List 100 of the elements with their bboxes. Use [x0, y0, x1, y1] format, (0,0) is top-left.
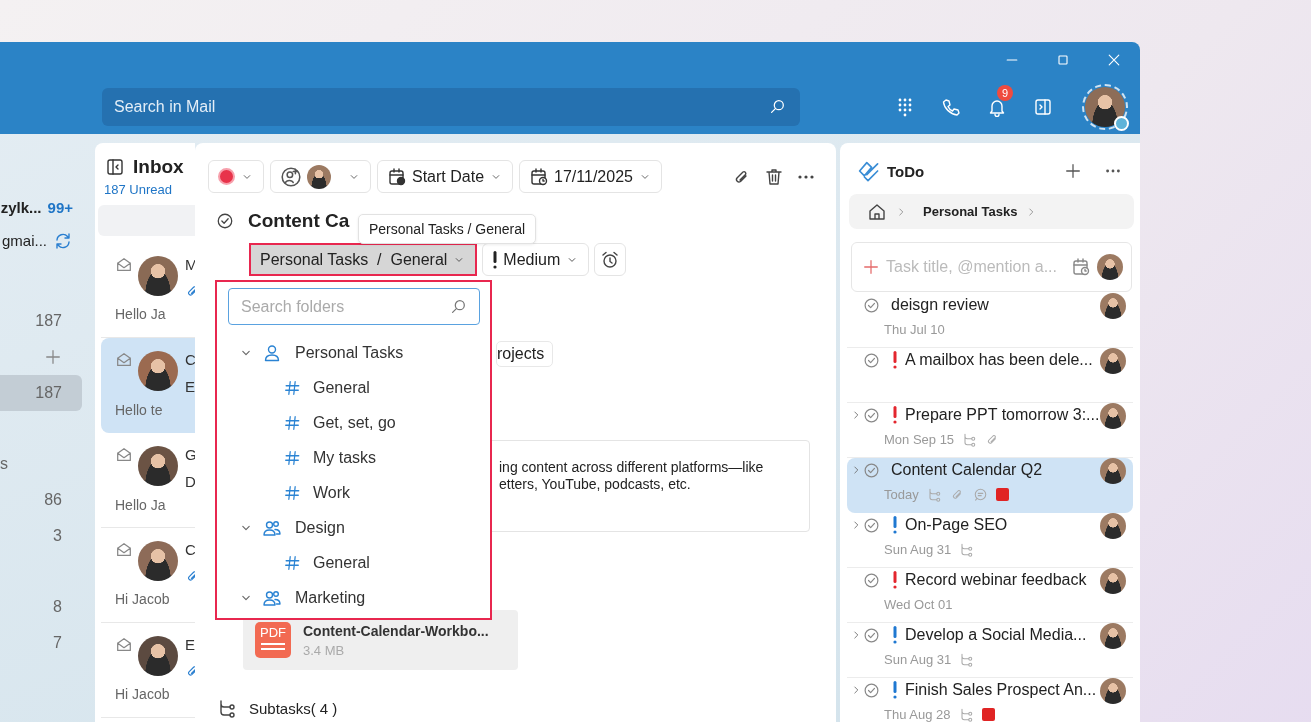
hash-icon — [283, 413, 301, 432]
search-field[interactable]: Search folders — [228, 288, 480, 325]
search-input[interactable]: Search in Mail — [114, 98, 768, 116]
task-item[interactable]: Develop a Social Media... Sun Aug 31 — [847, 623, 1133, 678]
task-item[interactable]: Finish Sales Prospect An... Thu Aug 28 — [847, 678, 1133, 722]
envelope-icon[interactable] — [115, 446, 133, 464]
breadcrumb-item[interactable]: Personal Tasks — [923, 204, 1018, 219]
message-preview: Hi Jacob — [115, 591, 171, 607]
home-icon[interactable] — [867, 201, 887, 222]
search-icon[interactable] — [449, 297, 467, 316]
message-preview: Hello te — [115, 402, 164, 418]
status-dot — [1114, 116, 1129, 131]
side-panel-icon[interactable] — [1033, 97, 1053, 117]
message-item[interactable]: G D Hello Ja — [101, 433, 195, 528]
task-item[interactable]: Content Calendar Q2 Today — [847, 458, 1133, 513]
phone-icon[interactable] — [941, 97, 961, 117]
check-circle-icon[interactable] — [863, 461, 880, 479]
avatar — [1097, 254, 1123, 280]
check-circle-icon[interactable] — [863, 681, 880, 699]
file-name: Content-Calendar-Workbo... — [303, 622, 489, 639]
task-item[interactable]: A mailbox has been dele... — [847, 348, 1133, 403]
section-item[interactable]: Get, set, go — [228, 405, 480, 440]
check-circle-icon[interactable] — [863, 351, 880, 369]
task-title: deisgn review — [891, 296, 989, 314]
check-circle-icon[interactable] — [216, 212, 234, 230]
account-name[interactable]: zylk... — [0, 199, 42, 216]
check-circle-icon[interactable] — [863, 626, 880, 644]
sender-name: C — [185, 541, 195, 558]
search-input[interactable]: Search folders — [241, 297, 449, 316]
color-button[interactable] — [208, 160, 264, 193]
section-label: Work — [313, 483, 351, 502]
folder-item[interactable]: Personal Tasks — [228, 335, 480, 370]
task-title: Develop a Social Media... — [905, 626, 1087, 644]
avatar — [138, 351, 178, 391]
avatar — [138, 541, 178, 581]
add-person-icon — [280, 165, 302, 188]
tooltip: Personal Tasks / General — [358, 214, 537, 244]
avatar — [1100, 348, 1126, 374]
avatar — [1100, 293, 1126, 319]
section-label: General — [313, 553, 370, 572]
start-date-button[interactable]: Start Date — [377, 160, 514, 193]
folder-row[interactable]: 7 — [0, 625, 82, 661]
envelope-icon[interactable] — [115, 636, 133, 654]
calendar-icon — [529, 166, 550, 187]
todo-logo-icon — [856, 159, 880, 183]
assignee-button[interactable] — [270, 160, 371, 193]
reminder-button[interactable] — [594, 243, 627, 276]
folder-count: 7 — [53, 634, 62, 652]
due-date: Thu Jul 10 — [884, 321, 945, 337]
collapse-panel-icon[interactable] — [105, 157, 125, 177]
search-field[interactable]: Search in Mail — [102, 88, 800, 126]
calendar-icon[interactable] — [1071, 257, 1091, 277]
account-name[interactable]: gmai... — [2, 232, 47, 249]
task-title: Content Calendar Q2 — [891, 461, 1043, 479]
subtasks-label[interactable]: Subtasks( 4 ) — [249, 699, 338, 717]
folder-count: 187 — [35, 384, 62, 402]
check-circle-icon[interactable] — [863, 296, 880, 314]
envelope-icon[interactable] — [115, 541, 133, 559]
check-circle-icon[interactable] — [863, 571, 880, 589]
avatar — [1100, 568, 1126, 594]
check-circle-icon[interactable] — [863, 516, 880, 534]
task-title: Record webinar feedback — [905, 571, 1087, 589]
priority-icon — [492, 250, 499, 269]
unread-count: 187 Unread — [104, 182, 173, 197]
due-date: Wed Oct 01 — [884, 596, 953, 612]
folder-name: s — [0, 455, 8, 473]
bell-icon[interactable] — [987, 97, 1007, 117]
delete-icon[interactable] — [764, 166, 784, 187]
folder-button[interactable]: Personal Tasks / General — [249, 243, 478, 276]
task-item[interactable]: Record webinar feedback Wed Oct 01 — [847, 568, 1133, 623]
task-title: A mailbox has been dele... — [905, 351, 1093, 369]
sync-icon[interactable] — [53, 230, 73, 251]
person-icon — [262, 342, 282, 363]
envelope-icon[interactable] — [115, 351, 133, 369]
due-date-button[interactable]: 17/11/2025 — [519, 160, 662, 193]
task-item[interactable]: deisgn review Thu Jul 10 — [847, 293, 1133, 348]
avatar — [1100, 403, 1126, 429]
add-icon[interactable] — [1064, 162, 1082, 180]
folder-title: Inbox — [133, 156, 184, 178]
notification-badge: 9 — [997, 85, 1013, 101]
folder-row[interactable]: 187 — [0, 303, 82, 339]
priority-button[interactable]: Medium — [482, 243, 590, 276]
avatar — [138, 446, 178, 486]
section-item[interactable]: General — [228, 370, 480, 405]
tag: rojects — [496, 341, 554, 367]
folder-row[interactable]: 187 — [0, 375, 82, 411]
pdf-icon: PDF — [255, 622, 291, 658]
folder-row[interactable]: 3 — [0, 518, 82, 554]
message-item[interactable]: C E Hello te — [101, 338, 195, 433]
task-item[interactable]: On-Page SEO Sun Aug 31 — [847, 513, 1133, 568]
task-title: Finish Sales Prospect An... — [905, 681, 1097, 699]
check-circle-icon[interactable] — [863, 406, 880, 424]
folder-row[interactable]: s — [0, 446, 82, 482]
hash-icon — [283, 378, 301, 397]
folder-row[interactable]: 86 — [0, 482, 82, 518]
plus-icon[interactable] — [44, 348, 62, 366]
folder-row[interactable]: 8 — [0, 589, 82, 625]
section-item[interactable]: General — [228, 545, 480, 580]
envelope-icon[interactable] — [115, 256, 133, 274]
search-icon[interactable] — [768, 98, 786, 116]
